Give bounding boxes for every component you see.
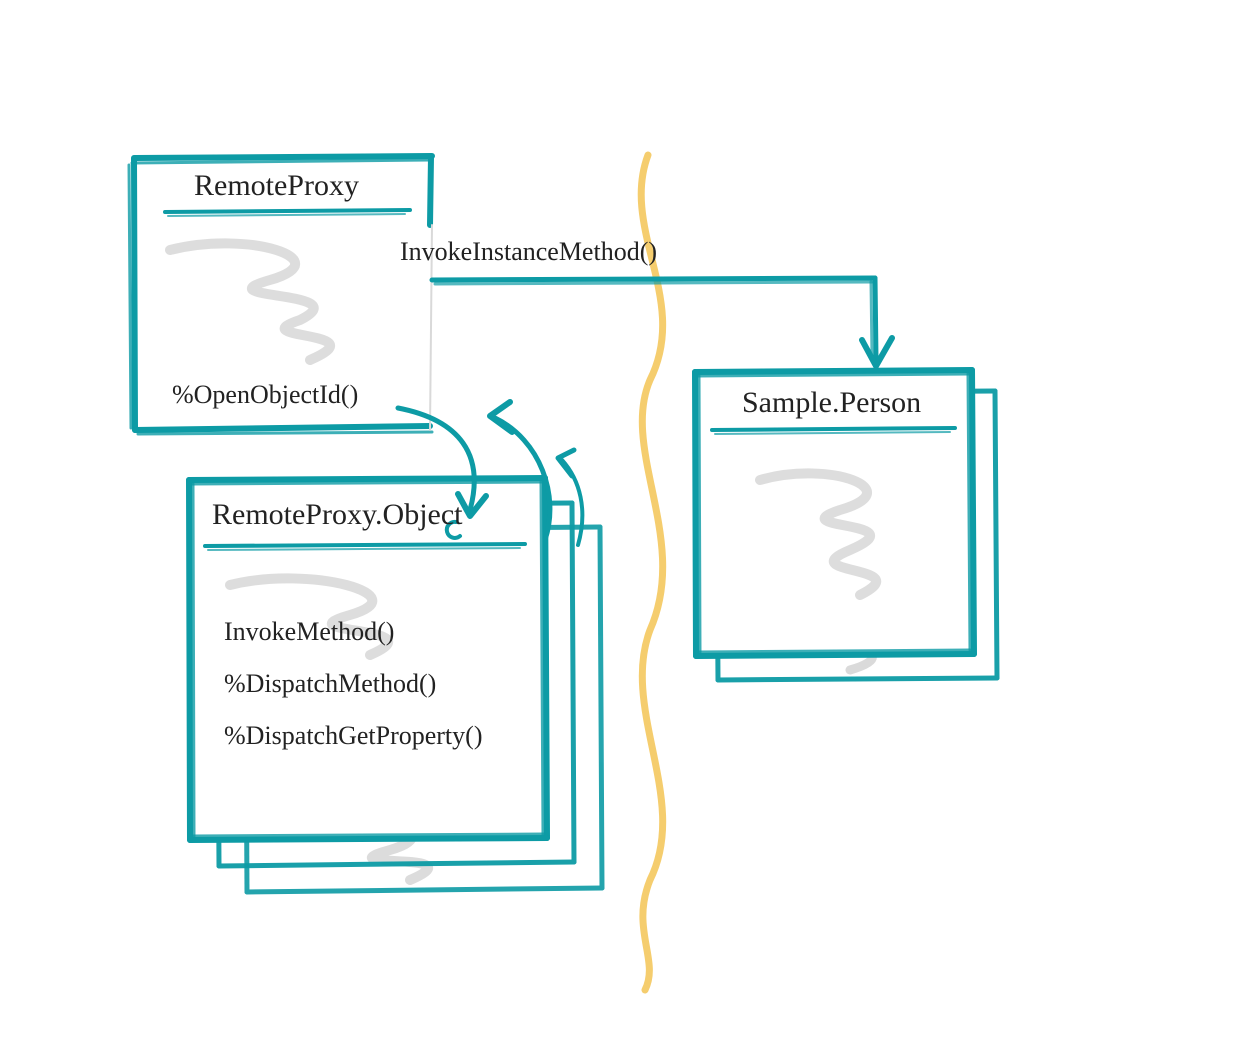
diagram-canvas: RemoteProxy %OpenObjectId() <box>0 0 1236 1053</box>
box-sample-person-stack: Sample.Person <box>695 370 997 680</box>
rpo-method-1: %DispatchMethod() <box>224 669 436 698</box>
edge-invoke-instance-label: InvokeInstanceMethod() <box>400 237 657 266</box>
edge-invoke-instance: InvokeInstanceMethod() <box>400 237 892 366</box>
box-sample-person-title: Sample.Person <box>742 386 921 419</box>
rpo-method-2: %DispatchGetProperty() <box>224 721 482 750</box>
box-remote-proxy-object-stack: RemoteProxy.Object InvokeMethod() %Dispa… <box>189 478 602 892</box>
box-remote-proxy-title: RemoteProxy <box>194 169 359 202</box>
box-remote-proxy: RemoteProxy %OpenObjectId() <box>129 156 432 434</box>
remote-proxy-method-0: %OpenObjectId() <box>172 380 358 409</box>
rpo-method-0: InvokeMethod() <box>224 617 394 646</box>
box-sample-person: Sample.Person <box>695 370 974 656</box>
box-remote-proxy-object: RemoteProxy.Object InvokeMethod() %Dispa… <box>189 478 547 840</box>
box-remote-proxy-object-title: RemoteProxy.Object <box>212 498 463 531</box>
